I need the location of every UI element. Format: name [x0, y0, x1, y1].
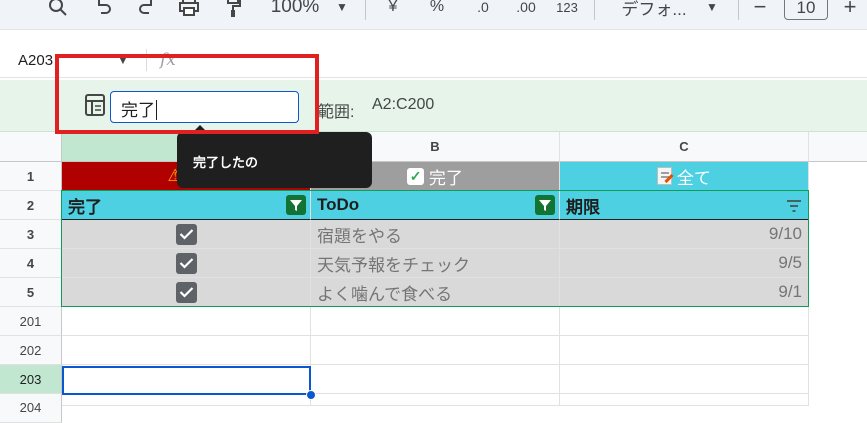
cell-b1-text: 完了 — [428, 168, 463, 188]
row-header-1[interactable]: 1 — [0, 162, 62, 191]
check-mark-icon: ✓ — [407, 167, 425, 185]
checkbox-checked[interactable] — [175, 223, 197, 245]
row-header-203[interactable]: 203 — [0, 365, 62, 394]
cell-c5[interactable]: 9/1 — [560, 278, 809, 307]
tooltip: 完了したの — [177, 125, 372, 188]
cell-a202[interactable] — [62, 336, 311, 365]
toolbar-divider — [365, 0, 366, 20]
filter-view-bar: 完了 範囲: A2:C200 — [0, 80, 867, 132]
active-filter-icon[interactable] — [535, 195, 555, 215]
cell-c4[interactable]: 9/5 — [560, 249, 809, 278]
range-value[interactable]: A2:C200 — [372, 96, 434, 114]
column-header-d[interactable] — [809, 132, 867, 162]
cell-a203[interactable] — [62, 365, 311, 394]
filter-view-name-text: 完了 — [121, 101, 155, 120]
checkbox-checked[interactable] — [175, 281, 197, 303]
cell-b204[interactable] — [311, 394, 560, 406]
cell-c203[interactable] — [560, 365, 809, 394]
formula-bar-divider — [146, 49, 147, 71]
cell-b202[interactable] — [311, 336, 560, 365]
cell-b3[interactable]: 宿題をやる — [311, 220, 560, 249]
header-todo-label: ToDo — [317, 195, 360, 214]
header-done-label: 完了 — [68, 197, 102, 217]
cell-c1-text: 全て — [676, 168, 711, 188]
tooltip-text: 完了したの — [193, 155, 259, 170]
select-all-corner[interactable] — [0, 132, 62, 162]
cell-b2[interactable]: ToDo — [311, 191, 560, 220]
cell-b201[interactable] — [311, 307, 560, 336]
cell-c1[interactable]: 全て — [560, 162, 809, 191]
toolbar-divider — [594, 0, 595, 20]
row-header-202[interactable]: 202 — [0, 336, 62, 365]
row-header-3[interactable]: 3 — [0, 220, 62, 249]
cell-a201[interactable] — [62, 307, 311, 336]
row-header-204[interactable]: 204 — [0, 394, 62, 423]
cell-c2[interactable]: 期限 — [560, 191, 809, 220]
cell-c3[interactable]: 9/10 — [560, 220, 809, 249]
checkbox-checked[interactable] — [175, 252, 197, 274]
cell-c202[interactable] — [560, 336, 809, 365]
cell-b5[interactable]: よく噛んで食べる — [311, 278, 560, 307]
text-caret — [156, 100, 157, 120]
cell-a3[interactable] — [62, 220, 311, 249]
font-size-increase-button[interactable]: + — [838, 0, 862, 20]
currency-format-button[interactable]: ¥ — [380, 0, 406, 20]
row-header-5[interactable]: 5 — [0, 278, 62, 307]
increase-decimal-button[interactable]: .00 — [508, 0, 544, 20]
cell-a5[interactable] — [62, 278, 311, 307]
name-box[interactable]: A203 — [18, 52, 53, 69]
cell-a2[interactable]: 完了 — [62, 191, 311, 220]
chevron-down-icon[interactable]: ▼ — [117, 53, 129, 67]
redo-icon[interactable] — [132, 0, 160, 20]
search-icon[interactable] — [44, 0, 72, 20]
paint-format-icon[interactable] — [220, 0, 248, 20]
zoom-select[interactable]: 100% — [264, 0, 326, 20]
row-header-201[interactable]: 201 — [0, 307, 62, 336]
font-select[interactable]: デフォ... — [612, 0, 696, 20]
chevron-down-icon[interactable]: ▼ — [700, 0, 724, 20]
cell-b203[interactable] — [311, 365, 560, 394]
active-filter-icon[interactable] — [286, 195, 306, 215]
number-format-button[interactable]: 123 — [552, 0, 582, 20]
print-icon[interactable] — [174, 0, 204, 20]
column-header-c[interactable]: C — [560, 132, 809, 162]
spreadsheet-grid: A B C 1 2 3 4 5 201 202 203 204 ⚠ 未 ✓ 完了… — [0, 132, 867, 423]
fx-icon: fx — [160, 50, 176, 70]
toolbar-divider — [738, 0, 739, 20]
percent-format-button[interactable]: % — [424, 0, 450, 20]
font-size-input[interactable]: 10 — [784, 0, 828, 20]
filter-view-icon[interactable] — [85, 94, 105, 116]
header-due-label: 期限 — [566, 197, 600, 217]
filter-icon[interactable] — [786, 198, 802, 218]
range-label: 範囲: — [318, 104, 355, 121]
filter-view-name-input[interactable]: 完了 — [110, 91, 299, 123]
cell-a204[interactable] — [62, 394, 311, 406]
memo-icon — [657, 167, 674, 185]
chevron-down-icon[interactable]: ▼ — [332, 0, 352, 20]
row-header-2[interactable]: 2 — [0, 191, 62, 220]
undo-icon[interactable] — [90, 0, 118, 20]
cell-b4[interactable]: 天気予報をチェック — [311, 249, 560, 278]
row-header-4[interactable]: 4 — [0, 249, 62, 278]
formula-bar: A203 ▼ fx — [0, 44, 867, 78]
cell-a4[interactable] — [62, 249, 311, 278]
font-size-decrease-button[interactable]: − — [748, 0, 772, 20]
toolbar: 100% ▼ ¥ % .0 .00 123 デフォ... ▼ − 10 + — [0, 0, 867, 30]
decrease-decimal-button[interactable]: .0 — [466, 0, 500, 20]
fill-handle[interactable] — [306, 390, 316, 400]
cell-c204[interactable] — [560, 394, 809, 406]
cell-c201[interactable] — [560, 307, 809, 336]
